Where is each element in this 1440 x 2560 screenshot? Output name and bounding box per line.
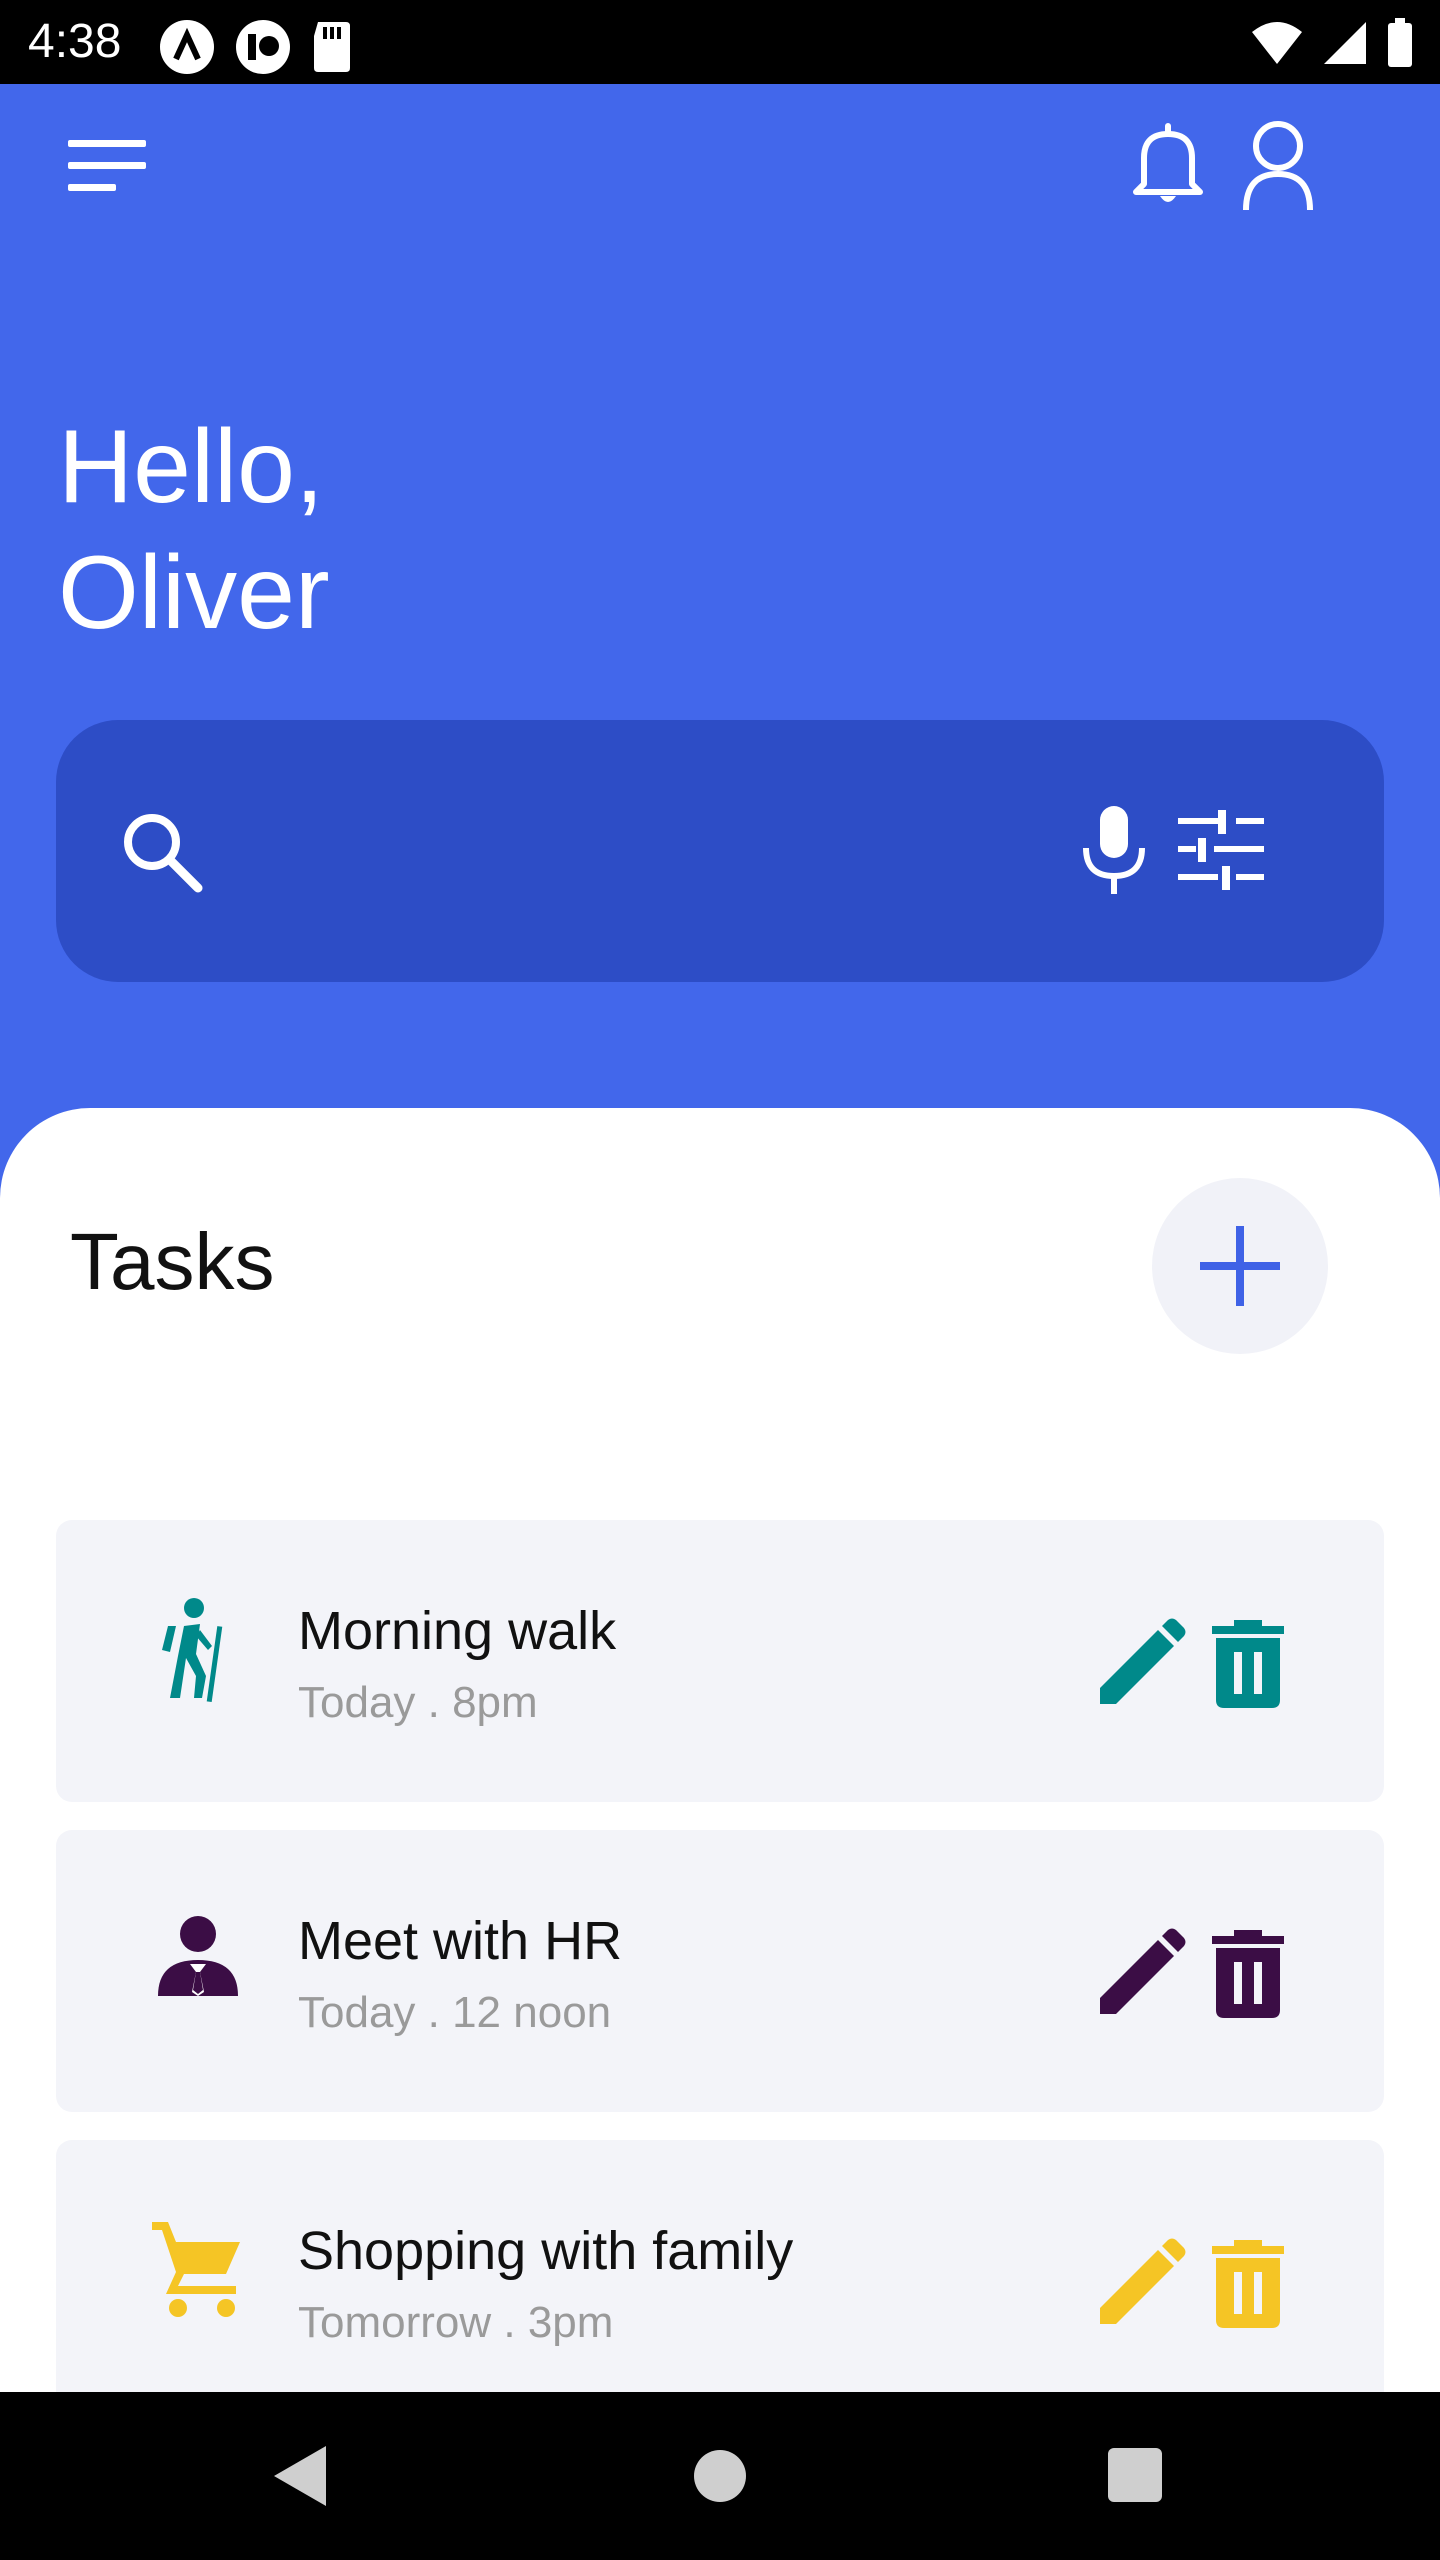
edit-icon[interactable] — [1096, 1928, 1186, 2018]
sd-card-icon — [314, 22, 350, 72]
bell-icon[interactable] — [1128, 120, 1208, 210]
recents-button[interactable] — [1108, 2448, 1162, 2502]
greeting-hello: Hello, — [58, 409, 324, 525]
add-task-button[interactable] — [1152, 1178, 1328, 1354]
status-left-icons — [158, 18, 354, 76]
status-right-icons — [1250, 18, 1414, 68]
delete-icon[interactable] — [1208, 2240, 1288, 2330]
menu-icon[interactable] — [66, 136, 150, 196]
task-title: Meet with HR — [298, 1911, 623, 1971]
notification-a-icon — [160, 20, 214, 74]
shopping-cart-icon — [152, 2222, 240, 2317]
notification-toggle-icon — [236, 20, 290, 74]
delete-icon[interactable] — [1208, 1620, 1288, 1710]
edit-icon[interactable] — [1096, 2238, 1186, 2328]
home-button[interactable] — [694, 2450, 746, 2502]
status-time: 4:38 — [28, 15, 122, 68]
wifi-icon — [1252, 22, 1302, 64]
battery-icon — [1388, 18, 1412, 67]
search-input[interactable] — [246, 800, 1070, 902]
filter-tune-icon[interactable] — [1176, 810, 1266, 890]
task-subtitle: Tomorrow . 3pm — [298, 2298, 614, 2347]
cellular-signal-icon — [1324, 22, 1366, 64]
task-subtitle: Today . 8pm — [298, 1678, 538, 1727]
delete-icon[interactable] — [1208, 1930, 1288, 2020]
greeting-name: Oliver — [58, 535, 330, 651]
hiking-icon — [162, 1598, 223, 1703]
edit-icon[interactable] — [1096, 1618, 1186, 1708]
greeting: Hello, Oliver — [58, 404, 330, 656]
mic-icon[interactable] — [1080, 804, 1148, 896]
task-title: Morning walk — [298, 1601, 617, 1661]
business-person-icon — [158, 1916, 238, 1996]
back-icon[interactable] — [270, 2442, 330, 2510]
tasks-title: Tasks — [70, 1217, 275, 1306]
profile-icon[interactable] — [1238, 118, 1318, 214]
plus-icon — [1200, 1226, 1280, 1306]
task-subtitle: Today . 12 noon — [298, 1988, 612, 2037]
task-title: Shopping with family — [298, 2221, 794, 2281]
search-icon[interactable] — [118, 808, 206, 896]
status-bar: 4:38 — [0, 0, 1440, 84]
